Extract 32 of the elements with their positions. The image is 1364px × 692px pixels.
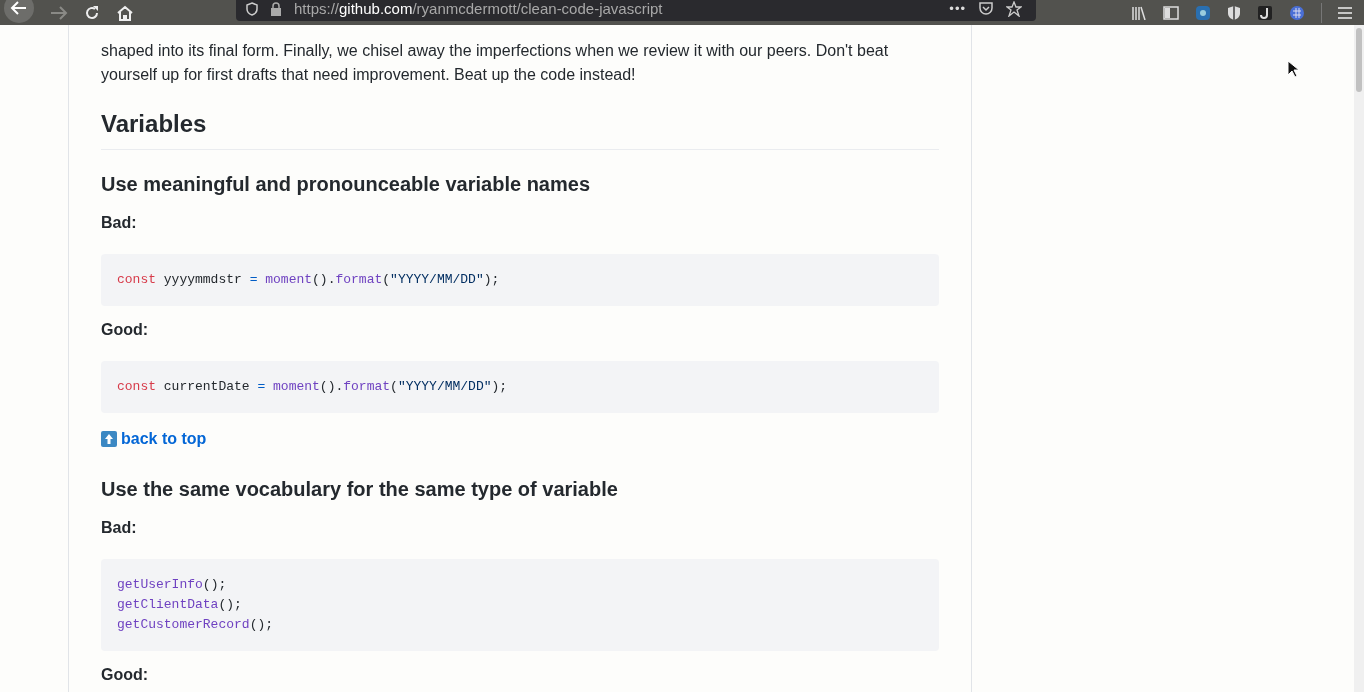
code-line: getClientData(); — [117, 596, 243, 614]
paragraph: shaped into its final form. Finally, we chisel away the imperfections when we review it with our peers. Don't beat yourself up for first drafts that need improvement. Beat up the code instead! — [101, 41, 890, 85]
subsection-heading: Use the same vocabulary for the same type of variable — [101, 477, 619, 502]
section-heading: Variables — [101, 109, 939, 150]
address-bar[interactable]: https://github.com/ryanmcdermott/clean-code-javascript ••• — [236, 0, 1036, 21]
sidebar-icon[interactable] — [1163, 5, 1179, 20]
shield-icon[interactable] — [1227, 4, 1241, 21]
lock-icon — [270, 1, 282, 16]
example-label: Bad: — [101, 213, 138, 233]
example-label: Bad: — [101, 518, 138, 538]
scrollbar[interactable] — [1354, 25, 1364, 692]
star-icon[interactable] — [1006, 0, 1022, 17]
home-icon[interactable] — [116, 4, 134, 21]
back-to-top-link[interactable]: back to top — [121, 427, 207, 451]
back-icon[interactable] — [4, 0, 34, 23]
globe-icon[interactable] — [1289, 4, 1305, 21]
code-line: getCustomerRecord(); — [117, 616, 275, 634]
code-line: getUserInfo(); — [117, 576, 228, 594]
code-line: const yyyymmdstr = moment().format("YYYY/MM/DD"); — [117, 271, 501, 289]
mouse-pointer-icon — [1287, 60, 1299, 78]
shield-icon[interactable] — [246, 1, 258, 16]
url-text: https://github.com/ryanmcdermott/clean-code-javascript — [294, 0, 663, 17]
pocket-icon[interactable] — [978, 0, 994, 17]
example-label: Good: — [101, 665, 150, 685]
reload-icon[interactable] — [84, 4, 100, 21]
more-button[interactable]: ••• — [949, 1, 966, 16]
menu-icon[interactable] — [1338, 6, 1352, 19]
example-label: Good: — [101, 320, 150, 340]
extension-icon[interactable] — [1257, 4, 1273, 21]
library-icon[interactable] — [1131, 5, 1147, 20]
code-line: const currentDate = moment().format("YYYY/MM/DD"); — [117, 378, 509, 396]
subsection-heading: Use meaningful and pronounceable variable names — [101, 172, 592, 197]
